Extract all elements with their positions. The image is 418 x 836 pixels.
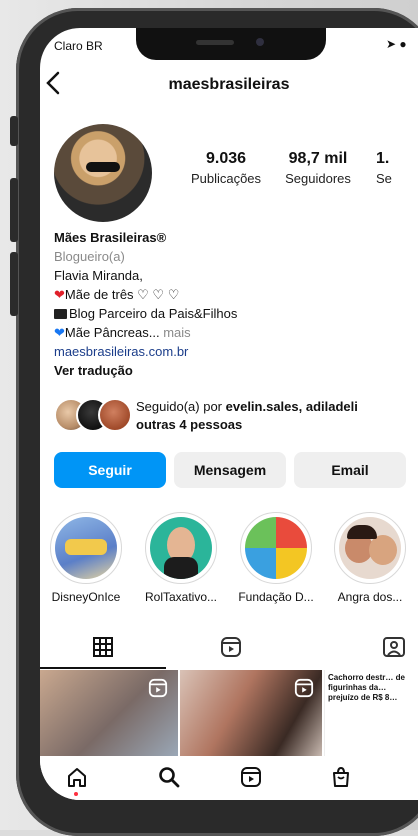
bio-line: Blog Parceiro da Pais&Filhos	[54, 304, 404, 323]
followed-by[interactable]: Seguido(a) por evelin.sales, adiladeli o…	[54, 396, 418, 436]
stat-following-label: Se	[376, 171, 392, 186]
nav-home[interactable]	[66, 766, 88, 793]
profile-name: Mães Brasileiras®	[54, 230, 167, 245]
stat-posts[interactable]: 9.036 Publicações	[178, 150, 274, 186]
reel-indicator-icon	[148, 678, 168, 698]
stat-following[interactable]: 1. Se	[376, 150, 418, 186]
home-icon	[68, 768, 86, 787]
phone-button	[10, 252, 18, 316]
tab-grid[interactable]	[92, 636, 114, 663]
more-link[interactable]: mais	[163, 325, 190, 340]
bio-line: ❤Mãe Pâncreas... mais	[54, 325, 191, 340]
highlight-angra[interactable]: Angra dos...	[332, 512, 408, 604]
bottom-navigation	[40, 756, 418, 800]
blue-heart-icon: ❤	[54, 325, 65, 340]
stat-followers-value: 98,7 mil	[288, 150, 348, 167]
message-button[interactable]: Mensagem	[174, 452, 286, 488]
post-thumbnail[interactable]: Cachorro destr… de figurinhas da… prejuí…	[324, 670, 418, 756]
active-tab-indicator	[40, 667, 166, 669]
post-caption: Cachorro destr… de figurinhas da… prejuí…	[328, 673, 405, 702]
notch	[136, 28, 326, 60]
shop-icon	[333, 766, 349, 787]
notification-dot	[74, 792, 78, 796]
stat-posts-label: Publicações	[190, 171, 262, 186]
tagged-icon	[383, 637, 405, 657]
see-translation-link[interactable]: Ver tradução	[54, 361, 404, 380]
laptop-icon	[54, 309, 67, 319]
highlight-label: DisneyOnIce	[51, 590, 121, 604]
nav-reels[interactable]	[240, 766, 262, 793]
highlight-fundacao[interactable]: Fundação D...	[238, 512, 314, 604]
stat-followers-label: Seguidores	[285, 171, 351, 186]
highlight-label: Fundação D...	[238, 590, 314, 604]
nav-search[interactable]	[158, 766, 180, 793]
website-link[interactable]: maesbrasileiras.com.br	[54, 342, 404, 361]
post-thumbnail[interactable]	[180, 670, 322, 756]
bio-line: Flavia Miranda,	[54, 268, 143, 283]
profile-tabs	[40, 628, 418, 668]
reel-indicator-icon	[294, 678, 314, 698]
reels-icon	[241, 767, 261, 787]
email-button[interactable]: Email	[294, 452, 406, 488]
stat-following-value: 1.	[376, 150, 390, 167]
phone-button	[10, 178, 18, 242]
tab-tagged[interactable]	[382, 636, 406, 663]
carrier-label: Claro BR	[54, 39, 103, 53]
bio-line: ❤Mãe de três ♡ ♡ ♡	[54, 287, 180, 302]
follower-avatar	[98, 398, 132, 432]
grid-icon	[93, 637, 113, 657]
red-heart-icon: ❤	[54, 287, 65, 302]
follow-button[interactable]: Seguir	[54, 452, 166, 488]
highlight-roltaxativo[interactable]: RolTaxativo...	[143, 512, 219, 604]
status-icons: ➤ ●	[386, 37, 407, 51]
profile-category: Blogueiro(a)	[54, 249, 125, 264]
profile-avatar[interactable]	[54, 124, 152, 222]
highlight-label: Angra dos...	[337, 590, 403, 604]
profile-username: maesbrasileiras	[168, 76, 290, 93]
reels-icon	[221, 637, 241, 657]
tab-reels[interactable]	[220, 636, 242, 663]
phone-button	[10, 116, 18, 146]
highlight-label: RolTaxativo...	[144, 590, 218, 604]
app-screen: Claro BR ➤ ● maesbrasileiras 9.036 Publi…	[40, 28, 418, 800]
stat-followers[interactable]: 98,7 mil Seguidores	[276, 150, 360, 186]
highlight-disneyonice[interactable]: DisneyOnIce	[48, 512, 124, 604]
profile-bio: Mães Brasileiras® Blogueiro(a) Flavia Mi…	[54, 228, 404, 380]
nav-shop[interactable]	[330, 766, 352, 793]
stat-posts-value: 9.036	[205, 150, 247, 167]
post-thumbnail[interactable]	[40, 670, 178, 756]
followed-by-text: Seguido(a) por evelin.sales, adiladeli o…	[136, 399, 358, 432]
search-icon	[159, 767, 180, 788]
